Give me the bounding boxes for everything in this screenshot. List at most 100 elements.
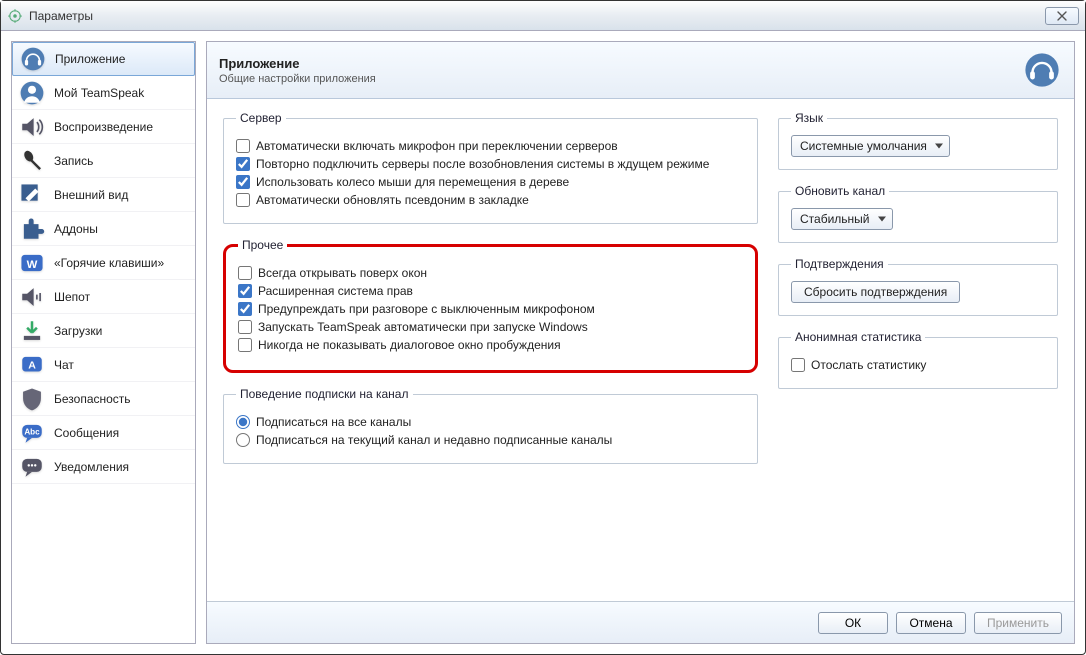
page-title: Приложение bbox=[219, 56, 376, 71]
whisper-icon bbox=[18, 283, 46, 311]
update-channel-select[interactable]: Стабильный bbox=[791, 208, 893, 230]
keyboard-icon: W bbox=[18, 249, 46, 277]
chk-update-nick[interactable] bbox=[236, 193, 250, 207]
svg-text:A: A bbox=[28, 359, 36, 371]
sidebar-item-hotkeys[interactable]: W «Горячие клавиши» bbox=[12, 246, 195, 280]
settings-window: Параметры Приложение Мой TeamSpeak Воспр… bbox=[0, 0, 1086, 655]
chk-label: Повторно подключить серверы после возобн… bbox=[256, 157, 709, 171]
chk-label: Отослать статистику bbox=[811, 358, 926, 372]
radio-subscribe-all[interactable] bbox=[236, 415, 250, 429]
cancel-button[interactable]: Отмена bbox=[896, 612, 966, 634]
group-confirm: Подтверждения Сбросить подтверждения bbox=[778, 257, 1058, 316]
chk-always-on-top[interactable] bbox=[238, 266, 252, 280]
chat-icon: A bbox=[18, 351, 46, 379]
user-icon bbox=[18, 79, 46, 107]
chk-label: Автоматически включать микрофон при пере… bbox=[256, 139, 618, 153]
chk-scroll-tree[interactable] bbox=[236, 175, 250, 189]
group-anon: Анонимная статистика Отослать статистику bbox=[778, 330, 1058, 389]
message-icon: Abc bbox=[18, 419, 46, 447]
radio-label: Подписаться на текущий канал и недавно п… bbox=[256, 433, 612, 447]
language-select[interactable]: Системные умолчания bbox=[791, 135, 950, 157]
chk-send-stats[interactable] bbox=[791, 358, 805, 372]
sidebar-item-downloads[interactable]: Загрузки bbox=[12, 314, 195, 348]
group-misc-legend: Прочее bbox=[238, 238, 287, 252]
page-subtitle: Общие настройки приложения bbox=[219, 73, 376, 85]
ok-button[interactable]: ОК bbox=[818, 612, 888, 634]
sidebar-item-label: Уведомления bbox=[54, 460, 129, 474]
sidebar-item-label: Приложение bbox=[55, 52, 125, 66]
sidebar-item-notifications[interactable]: Уведомления bbox=[12, 450, 195, 484]
close-button[interactable] bbox=[1045, 7, 1079, 25]
sidebar-item-label: Загрузки bbox=[54, 324, 102, 338]
sidebar-item-label: Мой TeamSpeak bbox=[54, 86, 144, 100]
sidebar-item-application[interactable]: Приложение bbox=[12, 42, 195, 76]
sidebar-item-label: Аддоны bbox=[54, 222, 98, 236]
chk-label: Предупреждать при разговоре с выключенны… bbox=[258, 302, 595, 316]
sidebar-item-label: Сообщения bbox=[54, 426, 119, 440]
chk-label: Всегда открывать поверх окон bbox=[258, 266, 427, 280]
sidebar-item-label: Шепот bbox=[54, 290, 90, 304]
chk-label: Расширенная система прав bbox=[258, 284, 413, 298]
chk-auto-mic[interactable] bbox=[236, 139, 250, 153]
chk-advanced-permissions[interactable] bbox=[238, 284, 252, 298]
sidebar-item-messages[interactable]: Abc Сообщения bbox=[12, 416, 195, 450]
content-area: Приложение Мой TeamSpeak Воспроизведение… bbox=[1, 31, 1085, 654]
svg-text:W: W bbox=[27, 258, 38, 270]
sidebar-item-myteamspeak[interactable]: Мой TeamSpeak bbox=[12, 76, 195, 110]
group-subscribe: Поведение подписки на канал Подписаться … bbox=[223, 387, 758, 464]
window-title: Параметры bbox=[29, 9, 93, 23]
sidebar-item-label: Запись bbox=[54, 154, 93, 168]
sidebar-item-label: Внешний вид bbox=[54, 188, 128, 202]
sidebar-item-label: «Горячие клавиши» bbox=[54, 256, 164, 270]
sidebar-item-whisper[interactable]: Шепот bbox=[12, 280, 195, 314]
group-server: Сервер Автоматически включать микрофон п… bbox=[223, 111, 758, 224]
main-pane: Приложение Общие настройки приложения Се… bbox=[206, 41, 1075, 644]
puzzle-icon bbox=[18, 215, 46, 243]
close-icon bbox=[1057, 11, 1067, 21]
sidebar-item-chat[interactable]: A Чат bbox=[12, 348, 195, 382]
headset-icon bbox=[19, 45, 47, 73]
sidebar-item-label: Безопасность bbox=[54, 392, 131, 406]
shield-icon bbox=[18, 385, 46, 413]
group-subscribe-legend: Поведение подписки на канал bbox=[236, 387, 413, 401]
group-update-legend: Обновить канал bbox=[791, 184, 889, 198]
chk-never-show-wake[interactable] bbox=[238, 338, 252, 352]
group-update: Обновить канал Стабильный bbox=[778, 184, 1058, 243]
sidebar-item-capture[interactable]: Запись bbox=[12, 144, 195, 178]
group-misc: Прочее Всегда открывать поверх окон Расш… bbox=[223, 238, 758, 373]
sidebar-item-design[interactable]: Внешний вид bbox=[12, 178, 195, 212]
reset-confirmations-button[interactable]: Сбросить подтверждения bbox=[791, 281, 960, 303]
group-language: Язык Системные умолчания bbox=[778, 111, 1058, 170]
header-logo-icon bbox=[1022, 50, 1062, 90]
microphone-icon bbox=[18, 147, 46, 175]
group-anon-legend: Анонимная статистика bbox=[791, 330, 925, 344]
page-header: Приложение Общие настройки приложения bbox=[207, 42, 1074, 99]
titlebar: Параметры bbox=[1, 1, 1085, 31]
sidebar-item-addons[interactable]: Аддоны bbox=[12, 212, 195, 246]
notification-icon bbox=[18, 453, 46, 481]
sidebar-item-label: Воспроизведение bbox=[54, 120, 153, 134]
group-language-legend: Язык bbox=[791, 111, 827, 125]
chk-label: Автоматически обновлять псевдоним в закл… bbox=[256, 193, 529, 207]
chk-label: Никогда не показывать диалоговое окно пр… bbox=[258, 338, 561, 352]
sidebar-item-security[interactable]: Безопасность bbox=[12, 382, 195, 416]
speaker-icon bbox=[18, 113, 46, 141]
sidebar-item-playback[interactable]: Воспроизведение bbox=[12, 110, 195, 144]
dialog-footer: ОК Отмена Применить bbox=[207, 601, 1074, 643]
radio-label: Подписаться на все каналы bbox=[256, 415, 411, 429]
chk-label: Запускать TeamSpeak автоматически при за… bbox=[258, 320, 588, 334]
download-icon bbox=[18, 317, 46, 345]
radio-subscribe-current[interactable] bbox=[236, 433, 250, 447]
chk-warn-muted[interactable] bbox=[238, 302, 252, 316]
form-area: Сервер Автоматически включать микрофон п… bbox=[207, 99, 1074, 601]
group-server-legend: Сервер bbox=[236, 111, 286, 125]
sidebar-item-label: Чат bbox=[54, 358, 74, 372]
chk-autostart[interactable] bbox=[238, 320, 252, 334]
chk-label: Использовать колесо мыши для перемещения… bbox=[256, 175, 569, 189]
group-confirm-legend: Подтверждения bbox=[791, 257, 888, 271]
chk-reconnect[interactable] bbox=[236, 157, 250, 171]
app-icon bbox=[7, 8, 23, 24]
sidebar: Приложение Мой TeamSpeak Воспроизведение… bbox=[11, 41, 196, 644]
svg-text:Abc: Abc bbox=[24, 427, 40, 436]
apply-button[interactable]: Применить bbox=[974, 612, 1062, 634]
